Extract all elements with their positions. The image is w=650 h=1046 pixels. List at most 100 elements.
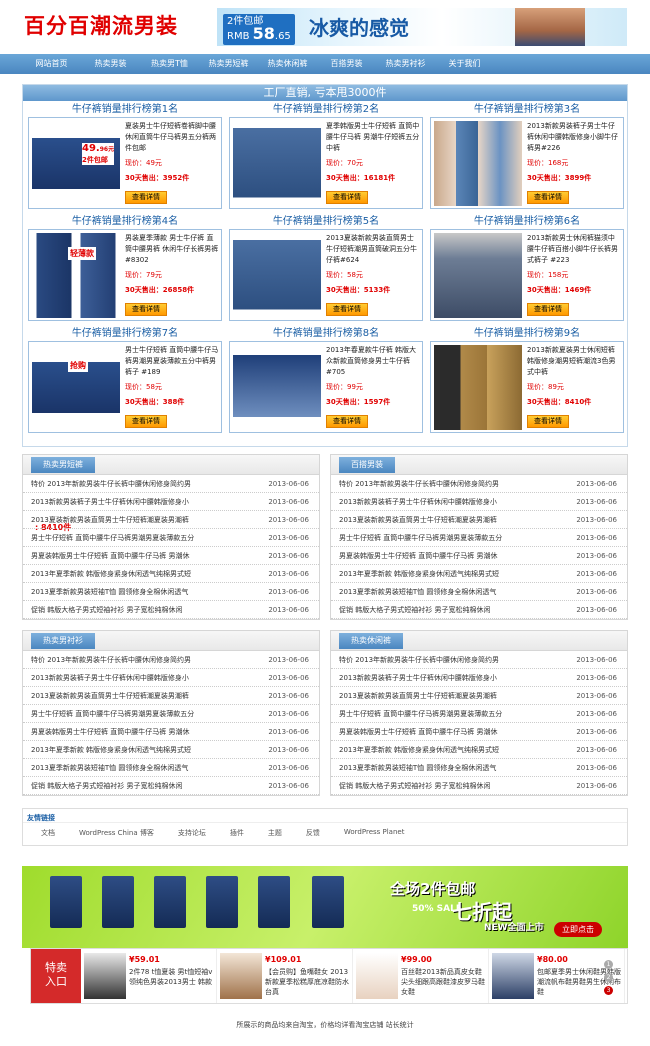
list-item[interactable]: 男夏装韩版男士牛仔短裤 直筒中腰牛仔马裤 男潮休 2013-06-06 xyxy=(23,547,319,565)
list-item-title[interactable]: 促销 韩版大格子男式短袖衬衫 男子宽松纯棉休闲 xyxy=(31,601,256,619)
product-image[interactable]: 49.96元 2件包邮 xyxy=(32,121,120,206)
product-rank-title[interactable]: 牛仔裤销量排行榜第5名 xyxy=(229,215,423,229)
list-item[interactable]: 2013夏季新款男装短袖T恤 圆领修身全棉休闲透气 2013-06-06 xyxy=(331,583,627,601)
nav-item-1[interactable]: 热卖男装 xyxy=(81,54,140,74)
product-description[interactable]: 男士牛仔短裤 直筒中腰牛仔马裤男潮男夏装薄款五分中裤男裤子 #189 xyxy=(125,345,219,380)
product-image[interactable] xyxy=(434,121,522,206)
list-item[interactable]: 促销 韩版大格子男式短袖衬衫 男子宽松纯棉休闲 2013-06-06 xyxy=(331,601,627,619)
list-item[interactable]: 男夏装韩版男士牛仔短裤 直筒中腰牛仔马裤 男潮休 2013-06-06 xyxy=(23,723,319,741)
site-logo[interactable]: 百分百潮流男装 xyxy=(24,10,178,40)
nav-item-3[interactable]: 热卖男短裤 xyxy=(199,54,258,74)
list-item-title[interactable]: 特价 2013年新款男装牛仔长裤中腰休闲修身简约男 xyxy=(31,651,256,669)
product-description[interactable]: 2013新款夏装男士休闲短裤韩版修身潮男短裤潮流3色男式中裤 xyxy=(527,345,621,380)
list-item-title[interactable]: 男士牛仔短裤 直筒中腰牛仔马裤男潮男夏装薄款五分 xyxy=(339,529,564,547)
product-image[interactable] xyxy=(434,345,522,430)
list-item-title[interactable]: 特价 2013年新款男装牛仔长裤中腰休闲修身简约男 xyxy=(339,475,564,493)
list-item-title[interactable]: 2013夏季新款男装短袖T恤 圆领修身全棉休闲透气 xyxy=(31,583,256,601)
product-rank-title[interactable]: 牛仔裤销量排行榜第4名 xyxy=(28,215,222,229)
list-item-title[interactable]: 男士牛仔短裤 直筒中腰牛仔马裤男潮男夏装薄款五分 xyxy=(31,705,256,723)
product-image[interactable] xyxy=(434,233,522,318)
list-item-title[interactable]: 2013新款男装裤子男士牛仔裤休闲中腰韩版修身小 xyxy=(339,493,564,511)
pagination-dot[interactable]: 1 xyxy=(604,960,613,969)
deal-item[interactable]: ¥59.01 2件78 t恤夏装 男t恤短袖v领纯色男装2013男士 韩款 xyxy=(81,949,217,1003)
product-rank-title[interactable]: 牛仔裤销量排行榜第7名 xyxy=(28,327,222,341)
view-details-button[interactable]: 查看详情 xyxy=(326,191,368,204)
article-list-title[interactable]: 热卖男衬衫 xyxy=(31,633,95,649)
view-details-button[interactable]: 查看详情 xyxy=(326,303,368,316)
list-item[interactable]: 2013新款男装裤子男士牛仔裤休闲中腰韩版修身小 2013-06-06 xyxy=(331,669,627,687)
list-item[interactable]: 2013新款男装裤子男士牛仔裤休闲中腰韩版修身小 2013-06-06 xyxy=(23,669,319,687)
pagination-dot[interactable]: 2 xyxy=(604,973,613,982)
product-description[interactable]: 2013新款男士休闲裤猫须中腰牛仔裤百搭小脚牛仔长裤男式裤子 #223 xyxy=(527,233,621,268)
list-item-title[interactable]: 2013年夏季新款 韩版修身紧身休闲透气纯棉男式短 xyxy=(31,565,256,583)
list-item[interactable]: 促销 韩版大格子男式短袖衬衫 男子宽松纯棉休闲 2013-06-06 xyxy=(331,777,627,795)
product-rank-title[interactable]: 牛仔裤销量排行榜第2名 xyxy=(229,103,423,117)
list-item[interactable]: 特价 2013年新款男装牛仔长裤中腰休闲修身简约男 2013-06-06 xyxy=(23,475,319,493)
list-item[interactable]: 2013年夏季新款 韩版修身紧身休闲透气纯棉男式短 2013-06-06 xyxy=(23,565,319,583)
list-item[interactable]: 男士牛仔短裤 直筒中腰牛仔马裤男潮男夏装薄款五分 2013-06-06 xyxy=(23,529,319,547)
pagination-dot[interactable]: 3 xyxy=(604,986,613,995)
list-item-title[interactable]: 2013年夏季新款 韩版修身紧身休闲透气纯棉男式短 xyxy=(339,565,564,583)
product-rank-title[interactable]: 牛仔裤销量排行榜第1名 xyxy=(28,103,222,117)
list-item-title[interactable]: 2013夏季新款男装短袖T恤 圆领修身全棉休闲透气 xyxy=(339,759,564,777)
list-item-title[interactable]: 2013夏季新款男装短袖T恤 圆领修身全棉休闲透气 xyxy=(31,759,256,777)
list-item[interactable]: 男士牛仔短裤 直筒中腰牛仔马裤男潮男夏装薄款五分 2013-06-06 xyxy=(331,529,627,547)
product-image[interactable] xyxy=(233,121,321,206)
deal-item[interactable]: ¥109.01 【会员购】鱼嘴鞋女 2013新款夏季松糕厚底凉鞋防水台真 xyxy=(217,949,353,1003)
list-item-title[interactable]: 促销 韩版大格子男式短袖衬衫 男子宽松纯棉休闲 xyxy=(339,601,564,619)
friend-link[interactable]: WordPress China 博客 xyxy=(79,828,154,838)
list-item-title[interactable]: 2013夏装新款男装直筒男士牛仔短裤潮夏装男潮裤 xyxy=(31,687,256,705)
list-item[interactable]: 促销 韩版大格子男式短袖衬衫 男子宽松纯棉休闲 2013-06-06 xyxy=(23,777,319,795)
list-item[interactable]: 2013年夏季新款 韩版修身紧身休闲透气纯棉男式短 2013-06-06 xyxy=(23,741,319,759)
nav-item-4[interactable]: 热卖休闲裤 xyxy=(258,54,317,74)
deal-item[interactable]: ¥99.00 百丝鞋2013新品真皮女鞋尖头细跟高跟鞋漆皮罗马鞋女鞋 xyxy=(353,949,489,1003)
list-item-title[interactable]: 男夏装韩版男士牛仔短裤 直筒中腰牛仔马裤 男潮休 xyxy=(339,547,564,565)
product-description[interactable]: 2013年春夏款牛仔裤 韩版大众新款直筒修身男士牛仔裤 #705 xyxy=(326,345,420,380)
list-item[interactable]: 2013年夏季新款 韩版修身紧身休闲透气纯棉男式短 2013-06-06 xyxy=(331,741,627,759)
product-image[interactable] xyxy=(233,233,321,318)
list-item-title[interactable]: 2013夏季新款男装短袖T恤 圆领修身全棉休闲透气 xyxy=(339,583,564,601)
article-list-title[interactable]: 热卖男短裤 xyxy=(31,457,95,473)
product-description[interactable]: 2013新款男装裤子男士牛仔裤休闲中腰韩版修身小脚牛仔裤男#226 xyxy=(527,121,621,156)
article-list-title[interactable]: 百搭男装 xyxy=(339,457,395,473)
list-item[interactable]: 特价 2013年新款男装牛仔长裤中腰休闲修身简约男 2013-06-06 xyxy=(331,651,627,669)
list-item-title[interactable]: 男夏装韩版男士牛仔短裤 直筒中腰牛仔马裤 男潮休 xyxy=(31,547,256,565)
list-item[interactable]: 2013新款男装裤子男士牛仔裤休闲中腰韩版修身小 2013-06-06 xyxy=(23,493,319,511)
nav-item-2[interactable]: 热卖男T恤 xyxy=(140,54,199,74)
friend-link[interactable]: 反馈 xyxy=(306,828,320,838)
list-item-title[interactable]: 男士牛仔短裤 直筒中腰牛仔马裤男潮男夏装薄款五分 xyxy=(339,705,564,723)
view-details-button[interactable]: 查看详情 xyxy=(125,303,167,316)
list-item[interactable]: 男士牛仔短裤 直筒中腰牛仔马裤男潮男夏装薄款五分 2013-06-06 xyxy=(331,705,627,723)
view-details-button[interactable]: 查看详情 xyxy=(125,415,167,428)
product-description[interactable]: 2013夏装新款男装直筒男士牛仔短裤潮男直筒破洞五分牛仔裤#624 xyxy=(326,233,420,268)
list-item-title[interactable]: 2013夏装新款男装直筒男士牛仔短裤潮夏装男潮裤 xyxy=(339,511,564,529)
header-banner-ad[interactable]: 2件包邮 RMB 58.65 冰爽的感觉 xyxy=(217,8,627,46)
promo-banner[interactable]: 全场2件包邮 50% SALE 七折起 NEW全面上市 立即点击 xyxy=(22,866,628,948)
list-item[interactable]: 2013年夏季新款 韩版修身紧身休闲透气纯棉男式短 2013-06-06 xyxy=(331,565,627,583)
product-rank-title[interactable]: 牛仔裤销量排行榜第3名 xyxy=(430,103,624,117)
friend-link[interactable]: 支持论坛 xyxy=(178,828,206,838)
friend-link[interactable]: WordPress Planet xyxy=(344,828,405,838)
list-item[interactable]: 男夏装韩版男士牛仔短裤 直筒中腰牛仔马裤 男潮休 2013-06-06 xyxy=(331,723,627,741)
product-image[interactable]: 轻薄款 xyxy=(32,233,120,318)
view-details-button[interactable]: 查看详情 xyxy=(527,415,569,428)
list-item-title[interactable]: 2013夏装新款男装直筒男士牛仔短裤潮夏装男潮裤 xyxy=(339,687,564,705)
product-image[interactable]: 抢购 xyxy=(32,345,120,430)
list-item-title[interactable]: 男夏装韩版男士牛仔短裤 直筒中腰牛仔马裤 男潮休 xyxy=(339,723,564,741)
list-item-title[interactable]: 男士牛仔短裤 直筒中腰牛仔马裤男潮男夏装薄款五分 xyxy=(31,529,256,547)
list-item-title[interactable]: 2013新款男装裤子男士牛仔裤休闲中腰韩版修身小 xyxy=(339,669,564,687)
list-item[interactable]: 2013夏装新款男装直筒男士牛仔短裤潮夏装男潮裤 2013-06-06 xyxy=(23,511,319,529)
view-details-button[interactable]: 查看详情 xyxy=(527,191,569,204)
deals-entry[interactable]: 特卖 入口 xyxy=(31,949,81,1003)
product-image[interactable] xyxy=(233,345,321,430)
list-item[interactable]: 2013夏装新款男装直筒男士牛仔短裤潮夏装男潮裤 2013-06-06 xyxy=(331,511,627,529)
list-item[interactable]: 2013夏季新款男装短袖T恤 圆领修身全棉休闲透气 2013-06-06 xyxy=(23,583,319,601)
list-item-title[interactable]: 促销 韩版大格子男式短袖衬衫 男子宽松纯棉休闲 xyxy=(31,777,256,795)
product-description[interactable]: 夏季韩版男士牛仔短裤 直筒中腰牛仔马裤 男潮牛仔短裤五分中裤 xyxy=(326,121,420,156)
view-details-button[interactable]: 查看详情 xyxy=(125,191,167,204)
list-item[interactable]: 男夏装韩版男士牛仔短裤 直筒中腰牛仔马裤 男潮休 2013-06-06 xyxy=(331,547,627,565)
list-item[interactable]: 2013新款男装裤子男士牛仔裤休闲中腰韩版修身小 2013-06-06 xyxy=(331,493,627,511)
nav-item-6[interactable]: 热卖男衬衫 xyxy=(376,54,435,74)
list-item[interactable]: 2013夏装新款男装直筒男士牛仔短裤潮夏装男潮裤 2013-06-06 xyxy=(23,687,319,705)
list-item-title[interactable]: 2013年夏季新款 韩版修身紧身休闲透气纯棉男式短 xyxy=(31,741,256,759)
